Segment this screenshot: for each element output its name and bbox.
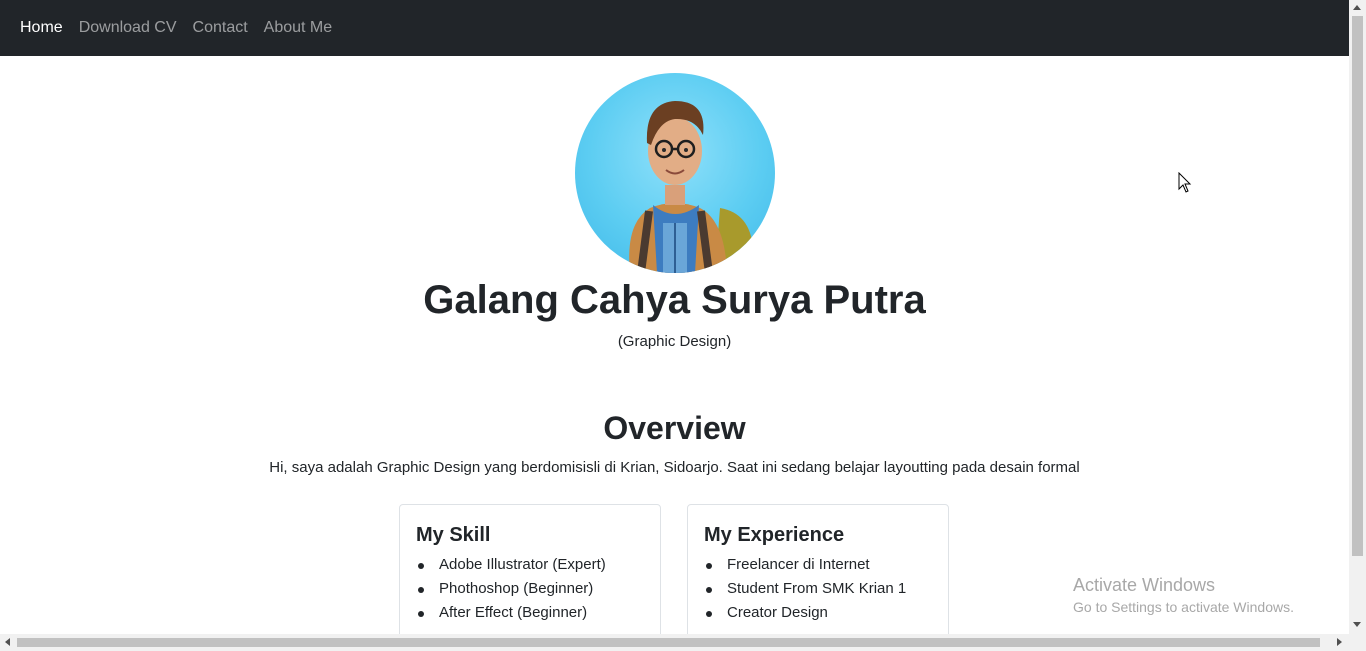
horizontal-scroll-thumb[interactable] bbox=[17, 638, 1320, 647]
scroll-right-arrow-icon[interactable] bbox=[1337, 638, 1342, 646]
avatar-illustration-icon bbox=[629, 101, 753, 273]
navbar: Home Download CV Contact About Me bbox=[0, 0, 1349, 56]
skill-card: My Skill Adobe Illustrator (Expert) Phot… bbox=[399, 504, 661, 634]
watermark-subtitle: Go to Settings to activate Windows. bbox=[1073, 599, 1294, 615]
profile-name: Galang Cahya Surya Putra bbox=[423, 278, 926, 322]
skill-item: Phothoshop (Beginner) bbox=[418, 577, 660, 601]
mouse-cursor-icon bbox=[1178, 172, 1192, 193]
skill-card-title: My Skill bbox=[416, 524, 491, 546]
experience-item: Freelancer di Internet bbox=[706, 553, 948, 577]
activate-windows-watermark: Activate Windows Go to Settings to activ… bbox=[1073, 573, 1294, 617]
skill-item: After Effect (Beginner) bbox=[418, 601, 660, 625]
main-content: Galang Cahya Surya Putra (Graphic Design… bbox=[0, 56, 1349, 634]
profile-role: (Graphic Design) bbox=[617, 333, 732, 350]
scroll-down-arrow-icon[interactable] bbox=[1353, 622, 1361, 627]
vertical-scroll-thumb[interactable] bbox=[1352, 16, 1363, 556]
experience-card: My Experience Freelancer di Internet Stu… bbox=[687, 504, 949, 634]
nav-contact-link[interactable]: Contact bbox=[193, 18, 248, 38]
nav-about-me-link[interactable]: About Me bbox=[264, 18, 332, 38]
experience-item: Student From SMK Krian 1 bbox=[706, 577, 948, 601]
profile-avatar bbox=[575, 73, 775, 273]
nav-download-cv-link[interactable]: Download CV bbox=[79, 18, 177, 38]
watermark-title: Activate Windows bbox=[1073, 575, 1216, 595]
overview-text: Hi, saya adalah Graphic Design yang berd… bbox=[269, 459, 1080, 476]
experience-list: Freelancer di Internet Student From SMK … bbox=[688, 553, 948, 625]
experience-card-title: My Experience bbox=[704, 524, 845, 546]
scroll-up-arrow-icon[interactable] bbox=[1353, 5, 1361, 10]
skill-item: Adobe Illustrator (Expert) bbox=[418, 553, 660, 577]
nav-home-link[interactable]: Home bbox=[20, 18, 63, 38]
experience-item: Creator Design bbox=[706, 601, 948, 625]
overview-title: Overview bbox=[603, 410, 746, 446]
vertical-scrollbar[interactable] bbox=[1349, 0, 1366, 634]
scroll-left-arrow-icon[interactable] bbox=[5, 638, 10, 646]
horizontal-scrollbar[interactable] bbox=[0, 634, 1366, 651]
skill-list: Adobe Illustrator (Expert) Phothoshop (B… bbox=[400, 553, 660, 625]
